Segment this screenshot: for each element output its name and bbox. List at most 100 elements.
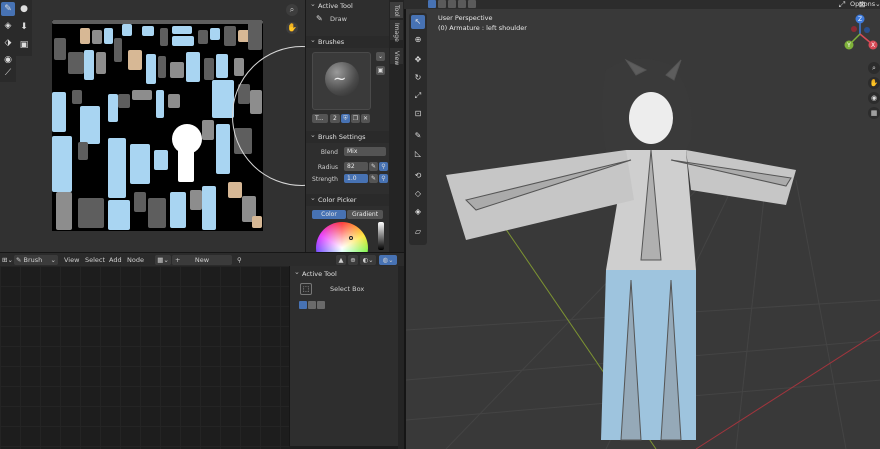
tab-tool[interactable]: Tool <box>390 2 403 18</box>
brush-dropdown-icon[interactable]: ⌄ <box>376 52 385 61</box>
value-slider[interactable] <box>378 222 384 250</box>
gradient-tab[interactable]: Gradient <box>347 210 383 219</box>
line-icon[interactable]: ⟋ <box>1 66 15 80</box>
color-picker-header[interactable]: Color Picker <box>306 192 390 206</box>
drop-icon[interactable]: ● <box>17 2 31 16</box>
brush-users-count[interactable]: 2 <box>330 114 340 123</box>
radius-field[interactable]: 82 <box>344 162 368 171</box>
mode-subtract-icon[interactable] <box>317 301 325 309</box>
strength-field[interactable]: 1.0 <box>344 174 368 183</box>
active-object-label: (0) Armature : left shoulder <box>438 24 527 32</box>
image-editor-toolbar: ✎ ◈ ⬗ ◉ ⟋ <box>0 0 16 82</box>
unlink-icon[interactable]: ✕ <box>361 114 370 123</box>
bone-size-icon[interactable]: ◇ <box>411 187 425 201</box>
transform-icon[interactable]: ⊡ <box>411 107 425 121</box>
chevron-down-icon: ⌄ <box>875 0 880 8</box>
pan-icon[interactable]: ✋ <box>286 22 298 34</box>
new-texture-button[interactable]: + New <box>172 255 232 265</box>
radius-label: Radius <box>317 164 338 171</box>
select-mode-extend-icon[interactable] <box>438 0 446 8</box>
roll-icon[interactable]: ⟲ <box>411 169 425 183</box>
sidebar-tabs: Tool Image View <box>389 0 404 252</box>
viewport-scene <box>406 58 880 449</box>
cursor-icon[interactable]: ⊕ <box>411 33 425 47</box>
svg-text:X: X <box>871 42 875 49</box>
editor-type-icon[interactable]: ⊞⌄ <box>2 255 13 265</box>
brushes-header[interactable]: Brushes <box>306 34 390 48</box>
select-mode-subtract-icon[interactable] <box>448 0 456 8</box>
duplicate-icon[interactable]: ❐ <box>351 114 360 123</box>
select-cursor-icon[interactable]: ↖ <box>411 15 425 29</box>
brush-settings-header[interactable]: Brush Settings <box>306 129 390 143</box>
measure-icon[interactable]: ◺ <box>411 147 425 161</box>
brush-name-field[interactable]: T... <box>312 114 328 123</box>
strength-label: Strength <box>312 176 338 183</box>
tab-image[interactable]: Image <box>390 20 403 42</box>
color-tab[interactable]: Color <box>312 210 346 219</box>
grid-view-icon[interactable]: ▦ <box>868 107 880 119</box>
select-mode-new-icon[interactable] <box>428 0 436 8</box>
pin-icon[interactable]: ⚲ <box>237 255 242 265</box>
active-tool-header[interactable]: Active Tool <box>306 0 390 12</box>
scale-icon[interactable]: ⤢ <box>411 89 425 103</box>
menu-select[interactable]: Select <box>85 255 105 265</box>
camera-icon[interactable]: ◉ <box>868 92 880 104</box>
overlay-icon[interactable]: ◐⌄ <box>360 255 376 265</box>
snap-icon[interactable]: ⊕ <box>348 255 358 265</box>
select-mode-invert-icon[interactable] <box>458 0 466 8</box>
node-sidebar: Active Tool ⬚ Select Box <box>289 266 398 446</box>
blend-label: Blend <box>320 149 338 156</box>
menu-view[interactable]: View <box>64 255 79 265</box>
mode-new-icon[interactable] <box>299 301 307 309</box>
fill-icon[interactable]: ◈ <box>1 19 15 33</box>
strength-pressure-icon[interactable]: ✎ <box>369 174 378 183</box>
rotate-icon[interactable]: ↻ <box>411 71 425 85</box>
stack-icon[interactable]: ▣ <box>17 38 31 52</box>
radius-unit-icon[interactable]: ⚲ <box>379 162 388 171</box>
zoom-icon[interactable]: ⌕ <box>868 62 880 74</box>
mode-extend-icon[interactable] <box>308 301 316 309</box>
select-box-icon[interactable]: ⬚ <box>300 283 312 295</box>
bone-envelope-icon[interactable]: ◈ <box>411 205 425 219</box>
smear-icon[interactable]: ⬗ <box>1 36 15 50</box>
3d-viewport[interactable] <box>404 0 880 449</box>
brush-preview[interactable]: ~ <box>312 52 371 110</box>
svg-text:Y: Y <box>846 42 851 49</box>
node-editor-canvas[interactable] <box>0 266 289 449</box>
select-box-label: Select Box <box>330 285 365 293</box>
maximize-icon[interactable]: ⤢ <box>836 0 848 10</box>
image-icon[interactable]: ▣ <box>376 66 385 75</box>
menu-node[interactable]: Node <box>127 255 144 265</box>
radius-pressure-icon[interactable]: ✎ <box>369 162 378 171</box>
texture-browse-icon[interactable]: ▦⌄ <box>155 255 171 265</box>
navigation-gizmo[interactable]: Z X Y <box>840 12 880 56</box>
dropdown-icon[interactable]: ⬇ <box>17 20 31 34</box>
pan-icon[interactable]: ✋ <box>868 77 880 89</box>
menu-add[interactable]: Add <box>109 255 122 265</box>
color-cursor <box>349 236 353 240</box>
brush-mode-icon: ✎ <box>16 256 22 264</box>
viewport-header <box>404 0 880 9</box>
strength-unit-icon[interactable]: ⚲ <box>379 174 388 183</box>
uv-texture-canvas[interactable] <box>52 20 263 231</box>
viewport-toolbar: ↖ ⊕ ✥ ↻ ⤢ ⊡ ✎ ◺ ⟲ ◇ ◈ ▱ <box>409 13 427 245</box>
mode-select[interactable]: ✎ Brush ⌄ <box>14 255 58 265</box>
move-icon[interactable]: ✥ <box>411 53 425 67</box>
fake-user-icon[interactable]: ⛨ <box>341 114 350 123</box>
node-editor-header: ⊞⌄ ✎ Brush ⌄ View Select Add Node ▦⌄ + N… <box>0 252 404 266</box>
node-active-tool-header[interactable]: Active Tool <box>290 266 399 280</box>
zoom-icon[interactable]: ⌕ <box>286 4 298 16</box>
active-tool-name: Draw <box>330 15 347 23</box>
shading-icon[interactable]: ◍⌄ <box>379 255 397 265</box>
select-mode-intersect-icon[interactable] <box>468 0 476 8</box>
brush-icon[interactable]: ✎ <box>1 2 15 16</box>
annotate-icon[interactable]: ✎ <box>411 129 425 143</box>
draw-tool-icon[interactable]: ✎ <box>316 14 323 23</box>
extrude-icon[interactable]: ▱ <box>411 225 425 239</box>
plus-icon: + <box>175 256 181 264</box>
blend-select[interactable]: Mix <box>344 147 386 156</box>
close-icon[interactable]: ⊠ <box>856 0 868 10</box>
clone-icon[interactable]: ◉ <box>1 53 15 67</box>
tab-view[interactable]: View <box>390 48 403 65</box>
backdrop-icon[interactable]: ▲ <box>336 255 346 265</box>
